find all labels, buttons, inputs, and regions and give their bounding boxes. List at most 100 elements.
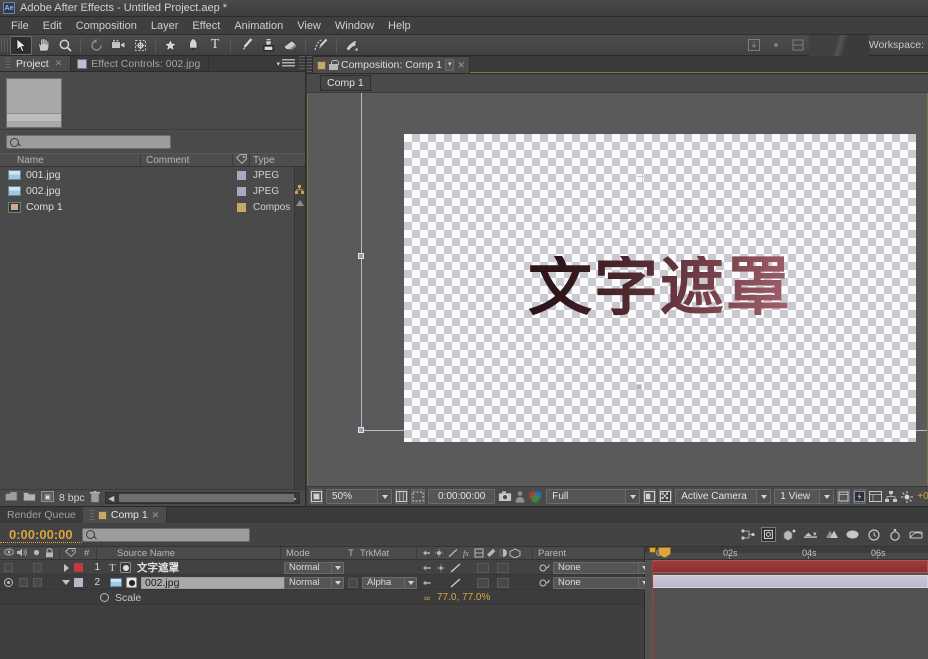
project-item-001[interactable]: 001.jpg JPEG xyxy=(0,167,305,183)
channel-rgb-icon[interactable] xyxy=(528,489,543,504)
grid-guides-icon[interactable] xyxy=(395,489,408,504)
menu-edit[interactable]: Edit xyxy=(36,19,69,33)
camera-tool-icon[interactable] xyxy=(107,36,129,55)
menu-window[interactable]: Window xyxy=(328,19,381,33)
project-panel-menu-button[interactable]: ▾ xyxy=(276,56,299,71)
exposure-value[interactable]: +0.0 xyxy=(917,491,928,502)
selection-handle-left-bot[interactable] xyxy=(358,427,364,433)
column-divider-a[interactable] xyxy=(59,547,60,559)
menu-composition[interactable]: Composition xyxy=(69,19,144,33)
enable-frame-blending-icon[interactable] xyxy=(803,527,818,542)
menu-file[interactable]: File xyxy=(4,19,36,33)
layer-effect-switch[interactable] xyxy=(477,560,493,575)
column-divider-b[interactable] xyxy=(96,547,97,559)
layer-2-duration-bar[interactable] xyxy=(652,575,928,588)
layer-framecheck-switch[interactable] xyxy=(497,575,513,590)
timeline-ruler[interactable]: 0s 02s 04s 06s xyxy=(645,547,928,560)
scroll-left-arrow[interactable]: ◀ xyxy=(106,494,117,503)
brainstorm-icon[interactable] xyxy=(866,527,881,542)
tab-close-icon[interactable]: ✕ xyxy=(55,58,63,69)
eraser-tool-icon[interactable] xyxy=(279,36,301,55)
video-switch-header-icon[interactable] xyxy=(4,548,14,559)
work-area-start-marker[interactable] xyxy=(649,547,656,553)
layer-switch-icon[interactable] xyxy=(120,560,131,575)
project-parent-button[interactable] xyxy=(294,183,305,195)
column-comment[interactable]: Comment xyxy=(146,155,189,166)
pixel-aspect-correction-icon[interactable] xyxy=(837,489,850,504)
label-column-icon[interactable] xyxy=(236,154,248,167)
tab-project[interactable]: Project ✕ xyxy=(0,56,71,71)
label-swatch[interactable] xyxy=(237,171,246,180)
layer-solo-switch[interactable] xyxy=(31,560,44,575)
hide-shy-layers-icon[interactable] xyxy=(782,527,797,542)
layer-source-name-field[interactable]: 002.jpg xyxy=(141,575,289,590)
layer-collapse-transformations-switch[interactable] xyxy=(434,560,448,575)
layer-preserve-transparency-switch[interactable] xyxy=(347,575,359,590)
layer-blend-mode-select[interactable]: Normal xyxy=(284,575,344,590)
show-snapshot-icon[interactable] xyxy=(515,489,525,504)
solo-switch-header-icon[interactable] xyxy=(32,548,41,560)
timeline-tracks[interactable]: I xyxy=(645,560,928,659)
panel-resize-grip[interactable] xyxy=(299,56,305,71)
layer-quality-switch[interactable] xyxy=(448,575,462,590)
composition-canvas[interactable]: 文字遮罩 xyxy=(404,134,916,442)
layer-trkmat-select[interactable]: Alpha xyxy=(362,575,417,590)
scrollbar-thumb[interactable] xyxy=(119,494,294,502)
label-swatch[interactable] xyxy=(237,203,246,212)
toolbar-extra-2-icon[interactable] xyxy=(765,36,787,55)
menu-help[interactable]: Help xyxy=(381,19,418,33)
draft-3d-icon[interactable] xyxy=(761,527,776,542)
parent-column-header[interactable]: Parent xyxy=(538,548,566,559)
menu-view[interactable]: View xyxy=(290,19,328,33)
project-item-comp1[interactable]: Comp 1 Compos xyxy=(0,199,305,215)
menu-layer[interactable]: Layer xyxy=(144,19,186,33)
transparency-grid-toggle-icon[interactable] xyxy=(659,489,672,504)
label-column-header-icon[interactable] xyxy=(65,548,76,560)
selection-handle-left-mid[interactable] xyxy=(358,253,364,259)
hand-tool-icon[interactable] xyxy=(32,36,54,55)
layer-shy-switch[interactable] xyxy=(420,560,434,575)
layer-property-row[interactable]: Scale ∞ 77.0, 77.0% xyxy=(0,590,644,605)
comp-timecode-display[interactable]: 0:00:00:00 xyxy=(428,489,495,504)
layer-label-color[interactable] xyxy=(74,575,83,590)
trkmat-column-header[interactable]: TrkMat xyxy=(360,548,389,559)
layer-solo-switch[interactable] xyxy=(31,575,44,590)
column-divider-2[interactable] xyxy=(232,154,233,166)
table-row[interactable]: 1 T 文字遮罩 Normal xyxy=(0,560,644,575)
project-item-002[interactable]: 002.jpg JPEG xyxy=(0,183,305,199)
zoom-dropdown-arrow[interactable] xyxy=(377,490,391,503)
puppet-pin-tool-icon[interactable] xyxy=(341,36,363,55)
parent-pickwhip-icon[interactable] xyxy=(538,560,550,575)
project-search-input[interactable] xyxy=(6,135,171,149)
stopwatch-icon[interactable] xyxy=(98,590,110,605)
layer-1-duration-bar[interactable] xyxy=(652,560,928,573)
zoom-tool-icon[interactable] xyxy=(54,36,76,55)
layer-parent-select[interactable]: None xyxy=(553,560,651,575)
layer-effect-switch[interactable] xyxy=(477,575,493,590)
layer-switch-icon[interactable] xyxy=(126,575,137,590)
selection-tool-icon[interactable] xyxy=(10,36,32,55)
composition-viewport[interactable]: 文字遮罩 xyxy=(307,93,928,486)
toolbar-extra-3-icon[interactable] xyxy=(787,36,809,55)
graph-editor-icon[interactable] xyxy=(845,527,860,542)
menu-effect[interactable]: Effect xyxy=(185,19,227,33)
center-handle[interactable] xyxy=(636,384,642,390)
layer-audio-switch[interactable] xyxy=(17,560,30,575)
layer-label-color[interactable] xyxy=(74,560,83,575)
enable-motion-blur-icon[interactable] xyxy=(824,527,839,542)
delete-icon[interactable] xyxy=(90,491,100,506)
layer-lock-switch[interactable] xyxy=(45,560,58,575)
column-divider-1[interactable] xyxy=(140,154,141,166)
resolution-dropdown-arrow[interactable] xyxy=(625,490,639,503)
column-type[interactable]: Type xyxy=(253,155,275,166)
project-scroll-up-arrow[interactable] xyxy=(296,197,304,209)
toolbar-extra-1-icon[interactable] xyxy=(743,36,765,55)
anchor-point-icon[interactable] xyxy=(637,171,648,182)
live-update-icon[interactable] xyxy=(740,527,755,542)
fast-previews-icon[interactable] xyxy=(853,489,866,504)
zoom-level-select[interactable]: 50% xyxy=(326,489,392,504)
scale-link-icon[interactable]: ∞ xyxy=(424,590,430,605)
toolbar-grip[interactable] xyxy=(1,38,8,52)
index-column-header[interactable]: # xyxy=(84,548,89,559)
roto-brush-tool-icon[interactable] xyxy=(310,36,332,55)
